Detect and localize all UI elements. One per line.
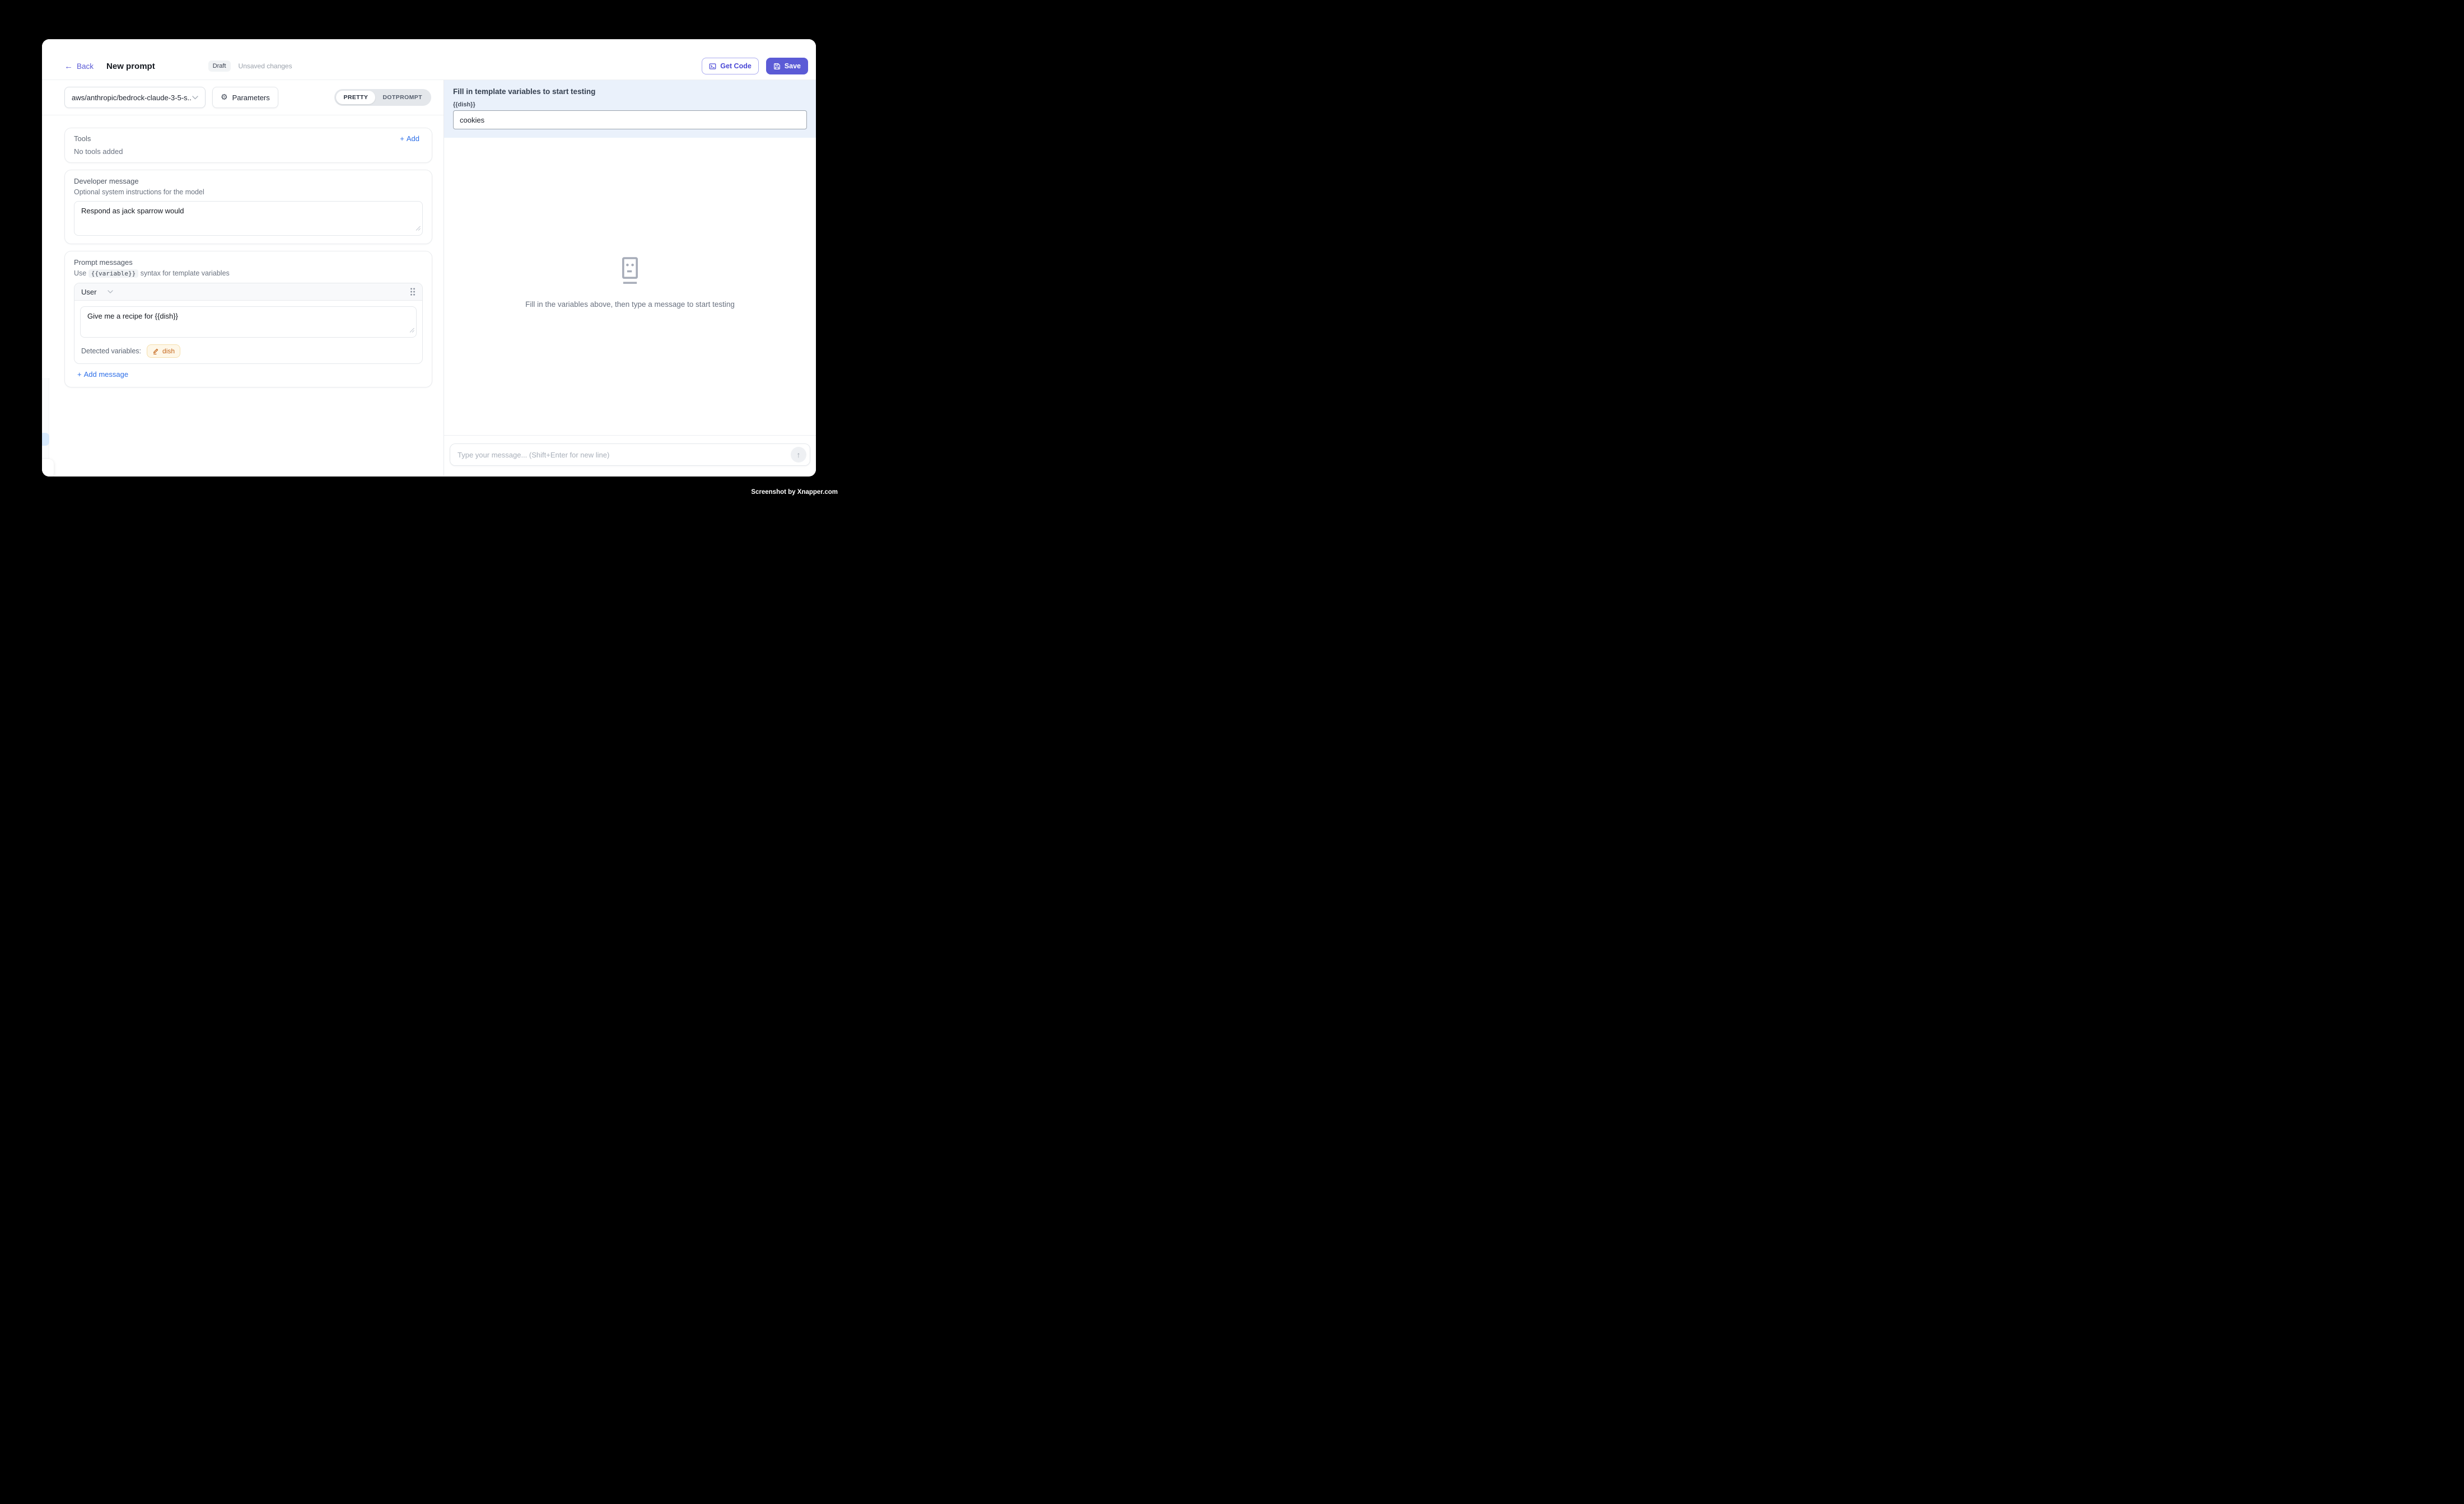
plus-icon: + [400, 134, 404, 143]
variable-dish-input[interactable] [453, 110, 807, 129]
side-panel-peek [42, 459, 54, 477]
message-content-input[interactable]: Give me a recipe for {{dish}} [80, 306, 417, 338]
variable-chip-label: dish [162, 347, 175, 355]
header-actions: Get Code Save [702, 58, 808, 74]
subtitle-suffix: syntax for template variables [141, 269, 230, 277]
developer-message-input[interactable]: Respond as jack sparrow would [74, 201, 423, 236]
add-message-button[interactable]: + Add message [74, 370, 132, 379]
prompt-messages-subtitle: Use {{variable}} syntax for template var… [74, 269, 423, 277]
format-toggle: PRETTY DOTPROMPT [334, 89, 431, 106]
send-button[interactable]: ↑ [791, 447, 806, 463]
subtitle-prefix: Use [74, 269, 86, 277]
pencil-icon [152, 348, 159, 355]
chat-input-bar: ↑ [444, 435, 816, 476]
message-header: User [74, 283, 422, 301]
empty-state: Fill in the variables above, then type a… [525, 256, 735, 309]
chat-input-container: ↑ [450, 443, 810, 466]
detected-variables-label: Detected variables: [81, 347, 141, 355]
save-button[interactable]: Save [766, 58, 808, 74]
developer-message-title: Developer message [74, 177, 423, 185]
chat-area: Fill in the variables above, then type a… [444, 138, 816, 435]
tools-card: Tools + Add No tools added [64, 128, 432, 163]
up-arrow-icon: ↑ [797, 451, 801, 459]
gear-icon: ⚙ [221, 94, 228, 101]
back-arrow-icon: ← [64, 62, 73, 71]
plus-icon: + [77, 370, 82, 379]
side-panel-highlight [42, 433, 49, 446]
robot-icon [617, 256, 643, 286]
developer-message-subtitle: Optional system instructions for the mod… [74, 188, 423, 196]
test-pane: Fill in template variables to start test… [444, 80, 816, 476]
model-toolbar: aws/anthropic/bedrock-claude-3-5-s... ⚙ … [42, 80, 444, 115]
message-role-selector[interactable]: User [81, 288, 113, 296]
watermark-text: Screenshot by Xnapper.com [751, 489, 838, 496]
back-button[interactable]: ← Back [64, 62, 94, 71]
tools-title: Tools [74, 134, 91, 143]
prompt-messages-title: Prompt messages [74, 258, 423, 267]
app-window: ← Back New prompt Draft Unsaved changes … [42, 39, 816, 477]
unsaved-changes-text: Unsaved changes [239, 62, 292, 70]
save-icon [773, 63, 781, 70]
variable-field-label: {{dish}} [453, 101, 807, 108]
get-code-label: Get Code [720, 62, 752, 70]
template-variables-section: Fill in template variables to start test… [444, 80, 816, 138]
save-label: Save [785, 62, 801, 70]
variables-heading: Fill in template variables to start test… [453, 87, 807, 96]
empty-state-text: Fill in the variables above, then type a… [525, 300, 735, 309]
page-title: New prompt [106, 62, 155, 71]
header: ← Back New prompt Draft Unsaved changes … [42, 39, 816, 80]
variable-chip-dish[interactable]: dish [147, 344, 180, 358]
get-code-button[interactable]: Get Code [702, 58, 759, 74]
variable-syntax-chip: {{variable}} [88, 269, 138, 278]
toggle-pretty[interactable]: PRETTY [336, 91, 375, 104]
status-badge: Draft [208, 60, 231, 72]
detected-variables-row: Detected variables: dish [74, 342, 422, 363]
message-role-value: User [81, 288, 96, 296]
drag-handle-icon[interactable] [410, 287, 416, 296]
chevron-down-icon [108, 290, 113, 293]
add-tool-button[interactable]: + Add [396, 134, 423, 143]
message-block: User G [74, 283, 423, 364]
add-tool-label: Add [407, 134, 419, 143]
desktop-background: ← Back New prompt Draft Unsaved changes … [0, 0, 862, 526]
prompt-messages-card: Prompt messages Use {{variable}} syntax … [64, 251, 432, 387]
message-input[interactable] [450, 444, 810, 465]
model-selector-value: aws/anthropic/bedrock-claude-3-5-s... [72, 94, 192, 102]
parameters-button[interactable]: ⚙ Parameters [212, 87, 278, 108]
parameters-label: Parameters [232, 94, 270, 102]
terminal-icon [709, 63, 716, 70]
model-selector[interactable]: aws/anthropic/bedrock-claude-3-5-s... [64, 87, 206, 108]
chevron-down-icon [192, 96, 198, 100]
toggle-dotprompt[interactable]: DOTPROMPT [375, 91, 430, 104]
back-label: Back [77, 62, 94, 71]
prompt-editor-pane: aws/anthropic/bedrock-claude-3-5-s... ⚙ … [42, 80, 444, 476]
developer-message-card: Developer message Optional system instru… [64, 170, 432, 244]
add-message-label: Add message [84, 370, 129, 379]
tools-empty-text: No tools added [74, 147, 423, 156]
